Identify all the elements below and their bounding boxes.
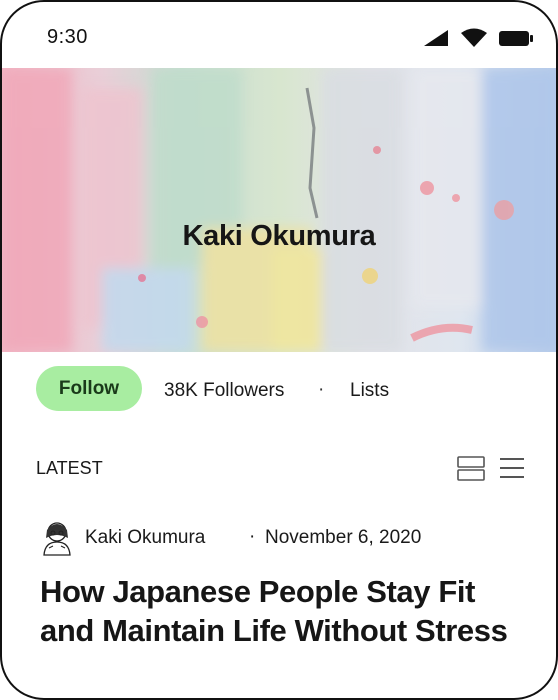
profile-name: Kaki Okumura <box>182 220 376 252</box>
meta-separator: · <box>249 526 256 547</box>
separator-dot: · <box>318 379 325 400</box>
post-date: November 6, 2020 <box>265 527 422 548</box>
post-title[interactable]: How Japanese People Stay Fit and Maintai… <box>40 572 530 650</box>
list-view-icon[interactable] <box>499 456 525 482</box>
status-time: 9:30 <box>47 26 88 48</box>
profile-actions: Follow 38K Followers · Lists <box>2 366 556 412</box>
signal-icon <box>424 30 448 46</box>
card-view-icon[interactable] <box>457 456 485 482</box>
lists-link[interactable]: Lists <box>350 380 389 402</box>
phone-frame: 9:30 Kaki Okumura Follow 38K Followers ·… <box>0 0 558 700</box>
profile-banner: Kaki Okumura <box>2 68 556 352</box>
battery-icon <box>499 31 533 46</box>
wifi-icon <box>461 28 487 47</box>
post-author[interactable]: Kaki Okumura <box>85 527 205 549</box>
section-title: LATEST <box>36 458 103 478</box>
status-icons <box>422 28 534 48</box>
followers-count-link[interactable]: 38K Followers <box>164 380 284 402</box>
post-meta: Kaki Okumura · November 6, 2020 <box>39 518 519 556</box>
status-bar: 9:30 <box>2 2 556 68</box>
author-avatar[interactable] <box>39 518 75 556</box>
follow-button[interactable]: Follow <box>36 366 142 411</box>
abstract-paint-banner <box>2 68 556 352</box>
